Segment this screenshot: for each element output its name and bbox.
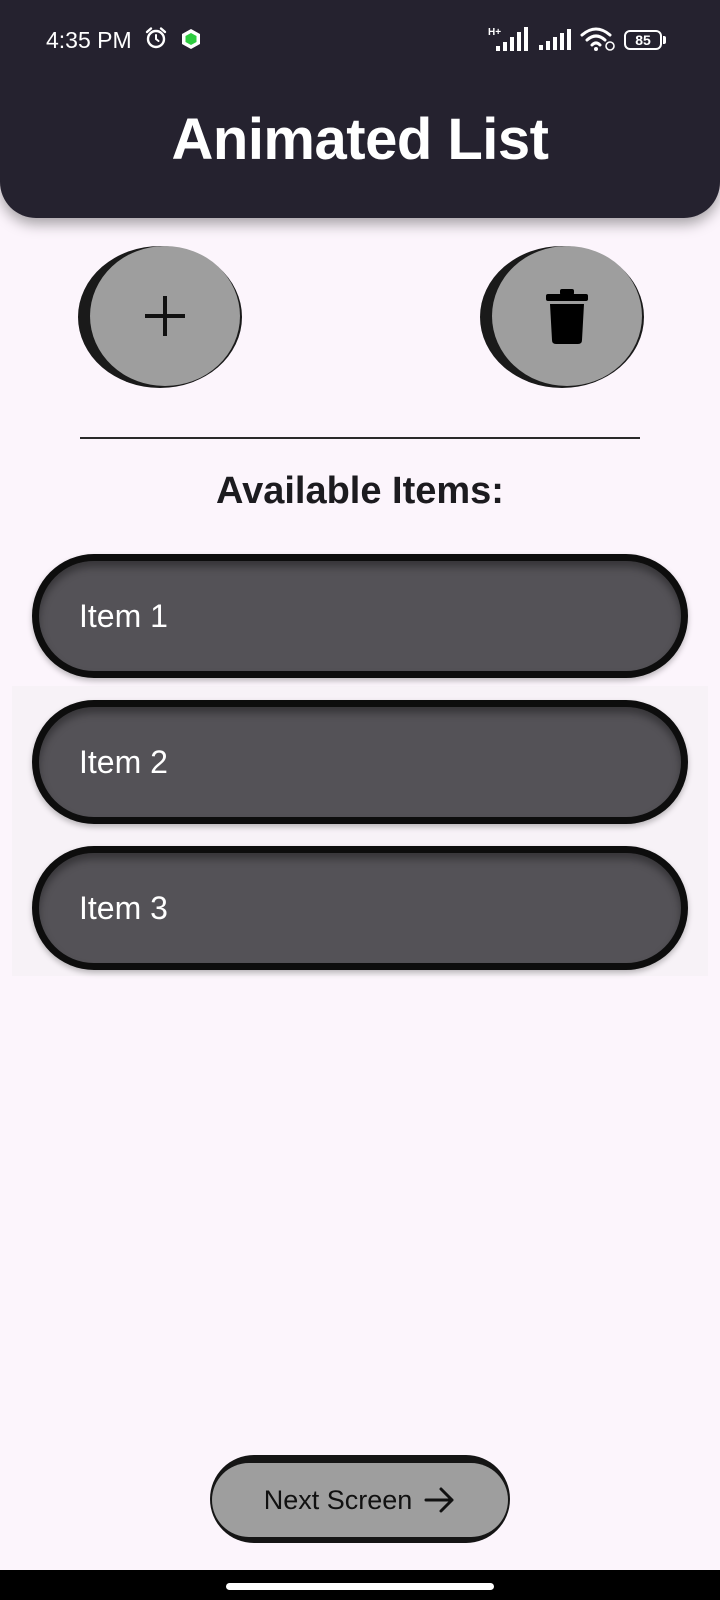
next-screen-button-face[interactable]: Next Screen xyxy=(212,1463,508,1537)
list-item-body[interactable]: Item 3 xyxy=(39,853,681,963)
list-item-body[interactable]: Item 1 xyxy=(39,561,681,671)
app-bar: 4:35 PM H+ 85 Animated List xyxy=(0,0,720,218)
status-time: 4:35 PM xyxy=(46,27,132,53)
signal-icon: H+ xyxy=(488,27,528,51)
page-title: Animated List xyxy=(171,107,550,172)
battery-icon: 85 xyxy=(624,30,666,50)
next-screen-label: Next Screen xyxy=(263,1484,413,1515)
home-gesture-handle[interactable] xyxy=(226,1583,494,1590)
plus-icon xyxy=(145,296,185,336)
list-item[interactable]: Item 1 xyxy=(32,554,688,678)
shield-icon xyxy=(182,29,200,49)
list-item[interactable]: Item 3 xyxy=(32,846,688,970)
add-item-button[interactable] xyxy=(78,246,242,388)
svg-text:H+: H+ xyxy=(488,27,501,38)
wifi-icon xyxy=(580,27,615,51)
trash-icon xyxy=(546,289,588,344)
alarm-icon xyxy=(145,27,167,49)
list-item[interactable]: Item 2 xyxy=(32,700,688,824)
status-bar: 4:35 PM H+ 85 xyxy=(0,0,720,80)
list-item-body[interactable]: Item 2 xyxy=(39,707,681,817)
next-screen-button[interactable]: Next Screen xyxy=(210,1455,510,1543)
battery-level: 85 xyxy=(624,30,662,50)
list-item-label: Item 3 xyxy=(79,890,168,926)
divider xyxy=(80,437,640,439)
section-title: Available Items: xyxy=(216,470,504,512)
list-item-label: Item 2 xyxy=(79,744,168,780)
arrow-right-icon xyxy=(424,1487,454,1513)
signal-icon xyxy=(539,29,571,50)
add-item-button-face[interactable] xyxy=(90,246,240,386)
system-nav-bar xyxy=(0,1570,720,1600)
battery-tip xyxy=(663,36,666,44)
delete-item-button[interactable] xyxy=(480,246,644,388)
list-item-label: Item 1 xyxy=(79,598,168,634)
delete-item-button-face[interactable] xyxy=(492,246,642,386)
